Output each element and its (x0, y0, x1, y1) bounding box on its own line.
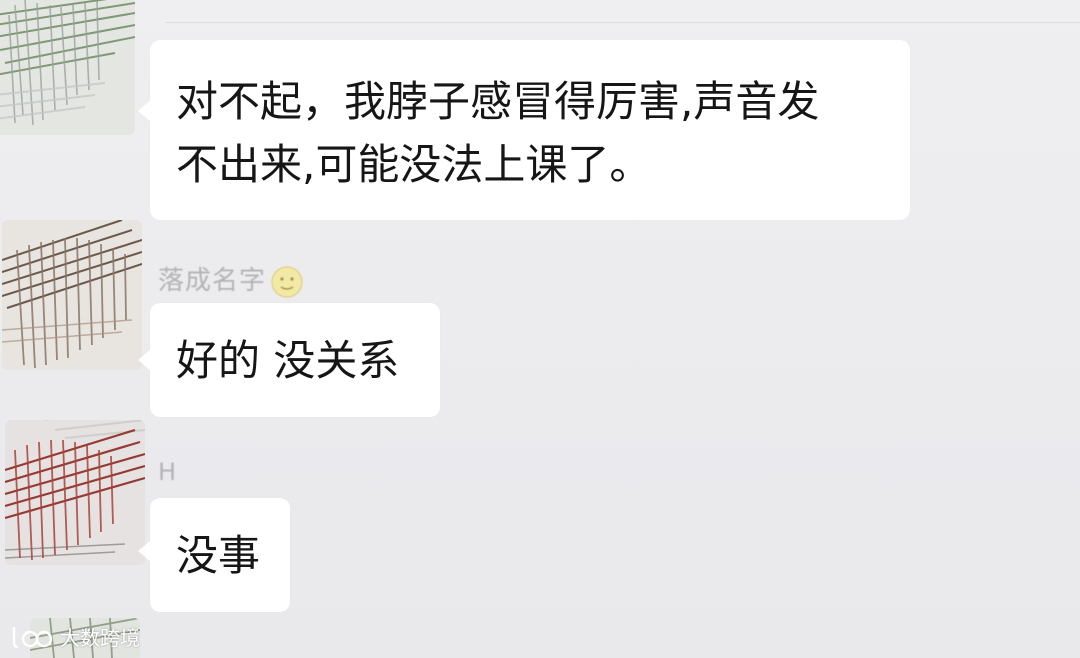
avatar[interactable] (0, 0, 135, 135)
avatar-scribble-image (0, 0, 135, 135)
watermark: 大数跨境 (10, 622, 140, 651)
avatar-scribble-image (2, 220, 142, 370)
sender-name: 落成名字 (158, 260, 304, 299)
chat-area: 对不起，我脖子感冒得厉害,声音发 不出来,可能没法上课了。 落成名字 好的 没关… (0, 0, 1080, 658)
sender-name-text: 落成名字 (158, 266, 267, 296)
message-text: 对不起，我脖子感冒得厉害,声音发 不出来,可能没法上课了。 (176, 77, 820, 189)
avatar[interactable] (2, 220, 142, 370)
avatar[interactable] (5, 420, 145, 565)
divider (165, 22, 1080, 23)
avatar-scribble-image (5, 420, 145, 565)
message-text: 没事 (176, 531, 261, 580)
message-text: 好的 没关系 (176, 336, 400, 385)
message-bubble[interactable]: 好的 没关系 (138, 303, 440, 417)
brand-logo-icon (12, 626, 53, 648)
sender-name: H (158, 458, 177, 486)
full-moon-face-emoji-icon (271, 266, 303, 297)
sender-name-text: H (158, 458, 178, 486)
message-bubble[interactable]: 没事 (138, 498, 290, 612)
watermark-text: 大数跨境 (60, 626, 140, 650)
message-bubble[interactable]: 对不起，我脖子感冒得厉害,声音发 不出来,可能没法上课了。 (138, 40, 910, 220)
